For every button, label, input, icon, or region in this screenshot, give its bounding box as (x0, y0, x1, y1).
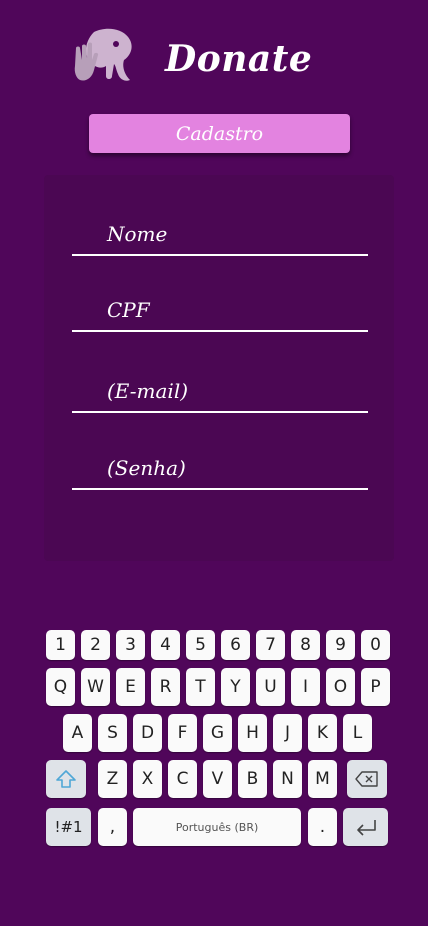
key-0[interactable]: 0 (361, 630, 390, 660)
key-3[interactable]: 3 (116, 630, 145, 660)
cpf-field[interactable]: CPF (72, 290, 368, 332)
cadastro-button[interactable]: Cadastro (89, 114, 350, 153)
password-field[interactable]: (Senha) (72, 448, 368, 490)
nome-field[interactable]: Nome (72, 214, 368, 256)
key-4[interactable]: 4 (151, 630, 180, 660)
app-title: Donate (165, 38, 313, 80)
key-v[interactable]: V (203, 760, 232, 798)
key-i[interactable]: I (291, 668, 320, 706)
hand-elephant-icon (74, 28, 132, 81)
backspace-key[interactable] (347, 760, 387, 798)
key-c[interactable]: C (168, 760, 197, 798)
cpf-placeholder: CPF (107, 298, 150, 322)
key-e[interactable]: E (116, 668, 145, 706)
key-q[interactable]: Q (46, 668, 75, 706)
nome-placeholder: Nome (107, 222, 168, 246)
key-l[interactable]: L (343, 714, 372, 752)
key-k[interactable]: K (308, 714, 337, 752)
key-x[interactable]: X (133, 760, 162, 798)
key-y[interactable]: Y (221, 668, 250, 706)
period-key[interactable]: . (308, 808, 337, 846)
symbols-key[interactable]: !#1 (46, 808, 91, 846)
key-6[interactable]: 6 (221, 630, 250, 660)
key-d[interactable]: D (133, 714, 162, 752)
password-placeholder: (Senha) (107, 456, 186, 480)
key-z[interactable]: Z (98, 760, 127, 798)
keyboard: 1 2 3 4 5 6 7 8 9 0 Q W E R T Y U I O P … (0, 622, 428, 852)
key-9[interactable]: 9 (326, 630, 355, 660)
key-r[interactable]: R (151, 668, 180, 706)
key-g[interactable]: G (203, 714, 232, 752)
email-placeholder: (E-mail) (107, 379, 189, 403)
key-b[interactable]: B (238, 760, 267, 798)
key-5[interactable]: 5 (186, 630, 215, 660)
key-a[interactable]: A (63, 714, 92, 752)
key-8[interactable]: 8 (291, 630, 320, 660)
key-t[interactable]: T (186, 668, 215, 706)
key-n[interactable]: N (273, 760, 302, 798)
key-p[interactable]: P (361, 668, 390, 706)
comma-key[interactable]: , (98, 808, 127, 846)
key-f[interactable]: F (168, 714, 197, 752)
space-key[interactable]: Português (BR) (133, 808, 301, 846)
enter-icon (356, 820, 376, 836)
backspace-icon (355, 771, 378, 787)
key-u[interactable]: U (256, 668, 285, 706)
key-7[interactable]: 7 (256, 630, 285, 660)
header: Donate (0, 26, 428, 96)
key-2[interactable]: 2 (81, 630, 110, 660)
shift-key[interactable] (46, 760, 86, 798)
key-o[interactable]: O (326, 668, 355, 706)
enter-key[interactable] (343, 808, 388, 846)
key-m[interactable]: M (308, 760, 337, 798)
key-w[interactable]: W (81, 668, 110, 706)
shift-arrow-icon (56, 770, 76, 788)
email-field[interactable]: (E-mail) (72, 371, 368, 413)
key-h[interactable]: H (238, 714, 267, 752)
key-j[interactable]: J (273, 714, 302, 752)
key-s[interactable]: S (98, 714, 127, 752)
key-1[interactable]: 1 (46, 630, 75, 660)
